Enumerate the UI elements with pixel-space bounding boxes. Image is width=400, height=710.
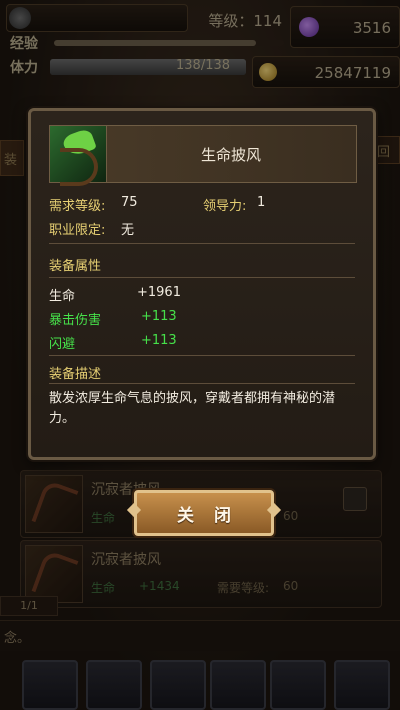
divider — [49, 355, 355, 356]
attr-name-crit: 暴击伤害 — [49, 313, 102, 328]
divider — [49, 383, 355, 384]
attr-header: 装备属性 — [49, 259, 102, 274]
close-button[interactable]: 关闭 — [134, 490, 274, 536]
leadership-value: 1 — [257, 195, 266, 210]
job-value: 无 — [121, 223, 135, 238]
req-level-label: 需求等级: — [49, 199, 106, 214]
item-description: 散发浓厚生命气息的披风，穿戴者都拥有神秘的潜力。 — [49, 391, 336, 426]
attr-value-crit: +113 — [141, 309, 177, 324]
attr-value-hp: +1961 — [137, 285, 181, 300]
item-header: 生命披风 — [49, 125, 357, 186]
attr-name-hp: 生命 — [49, 289, 76, 304]
req-level-value: 75 — [121, 195, 138, 210]
item-detail-dialog: 生命披风 需求等级: 75 领导力: 1 职业限定: 无 装备属性 生命 +19… — [28, 108, 376, 460]
item-name: 生命披风 — [200, 146, 261, 164]
desc-header: 装备描述 — [49, 367, 102, 382]
divider — [49, 243, 355, 244]
divider — [49, 277, 355, 278]
attr-value-dodge: +113 — [141, 333, 177, 348]
close-button-label: 关闭 — [177, 506, 251, 526]
attr-name-dodge: 闪避 — [49, 337, 76, 352]
cloak-icon — [50, 126, 107, 186]
job-label: 职业限定: — [49, 223, 106, 238]
leadership-label: 领导力: — [203, 199, 247, 214]
